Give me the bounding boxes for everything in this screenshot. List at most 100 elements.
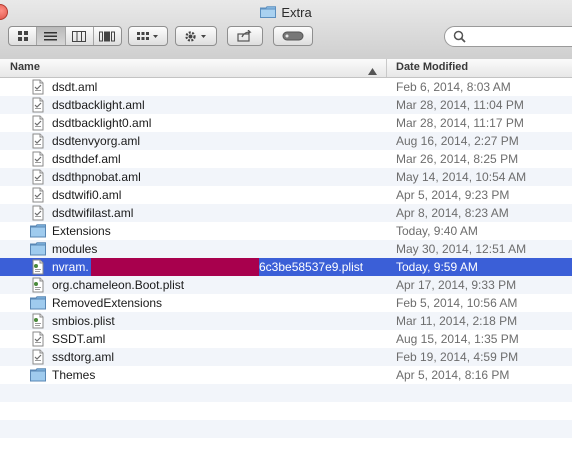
icon-view-button[interactable]	[9, 27, 38, 45]
plist-file-icon	[30, 313, 46, 329]
plist-file-icon	[30, 259, 46, 275]
tags-button-wrap	[273, 26, 313, 46]
file-name: nvram.	[52, 260, 89, 274]
file-row[interactable]: dsdtenvyorg.aml Aug 16, 2014, 2:27 PM	[0, 132, 572, 150]
file-name: Themes	[52, 368, 96, 382]
name-column-label: Name	[10, 61, 40, 73]
date-modified: Mar 28, 2014, 11:04 PM	[396, 98, 524, 112]
window-title: Extra	[281, 5, 312, 20]
date-modified: Feb 6, 2014, 8:03 AM	[396, 80, 511, 94]
file-row[interactable]: ssdtorg.aml Feb 19, 2014, 4:59 PM	[0, 348, 572, 366]
file-name: dsdtenvyorg.aml	[52, 134, 141, 148]
folder-icon	[30, 241, 46, 257]
name-column-header[interactable]: Name	[0, 59, 387, 77]
file-name: Extensions	[52, 224, 111, 238]
file-name: dsdtwifi0.aml	[52, 188, 122, 202]
column-view-icon	[72, 30, 87, 42]
file-row[interactable]: dsdthdef.aml Mar 26, 2014, 8:25 PM	[0, 150, 572, 168]
aml-file-icon	[30, 133, 46, 149]
file-name: ssdtorg.aml	[52, 350, 115, 364]
file-name: dsdthdef.aml	[52, 152, 121, 166]
file-name: dsdtwifilast.aml	[52, 206, 134, 220]
file-row[interactable]: nvram. 6c3be58537e9.plist Today, 9:59 AM	[0, 258, 572, 276]
file-row[interactable]: smbios.plist Mar 11, 2014, 2:18 PM	[0, 312, 572, 330]
file-row[interactable]: SSDT.aml Aug 15, 2014, 1:35 PM	[0, 330, 572, 348]
folder-row[interactable]: RemovedExtensions Feb 5, 2014, 10:56 AM	[0, 294, 572, 312]
aml-file-icon	[30, 115, 46, 131]
folder-icon	[30, 367, 46, 383]
date-modified: Apr 8, 2014, 8:23 AM	[396, 206, 509, 220]
aml-file-icon	[30, 97, 46, 113]
date-modified: May 14, 2014, 10:54 AM	[396, 170, 527, 184]
date-modified: Mar 26, 2014, 8:25 PM	[396, 152, 519, 166]
folder-icon	[30, 295, 46, 311]
file-row[interactable]: dsdtwifi0.aml Apr 5, 2014, 9:23 PM	[0, 186, 572, 204]
tags-icon	[282, 31, 304, 41]
arrange-button[interactable]	[129, 27, 167, 45]
icon-view-icon	[17, 30, 29, 42]
empty-row	[0, 420, 572, 438]
date-modified: Mar 28, 2014, 11:17 PM	[396, 116, 524, 130]
file-row[interactable]: org.chameleon.Boot.plist Apr 17, 2014, 9:…	[0, 276, 572, 294]
file-name: org.chameleon.Boot.plist	[52, 278, 185, 292]
file-row[interactable]: dsdtbacklight.aml Mar 28, 2014, 11:04 PM	[0, 96, 572, 114]
window-title-bar: Extra	[0, 5, 572, 21]
search-field[interactable]	[444, 26, 572, 47]
date-modified-column-header[interactable]: Date Modified	[396, 61, 468, 73]
file-row[interactable]: dsdtwifilast.aml Apr 8, 2014, 8:23 AM	[0, 204, 572, 222]
date-modified: Aug 15, 2014, 1:35 PM	[396, 332, 519, 346]
date-modified: Aug 16, 2014, 2:27 PM	[396, 134, 519, 148]
date-modified: Feb 19, 2014, 4:59 PM	[396, 350, 519, 364]
file-name: dsdthpnobat.aml	[52, 170, 141, 184]
view-mode-segmented-control	[8, 26, 122, 46]
sort-ascending-icon	[368, 64, 377, 78]
share-button-wrap	[227, 26, 263, 46]
list-header: Name Date Modified	[0, 59, 572, 78]
window-toolbar: Extra	[0, 0, 572, 60]
date-modified: Mar 11, 2014, 2:18 PM	[396, 314, 518, 328]
folder-row[interactable]: Extensions Today, 9:40 AM	[0, 222, 572, 240]
aml-file-icon	[30, 151, 46, 167]
aml-file-icon	[30, 349, 46, 365]
file-name: dsdtbacklight.aml	[52, 98, 145, 112]
aml-file-icon	[30, 205, 46, 221]
empty-row	[0, 402, 572, 420]
list-view-icon	[44, 31, 58, 42]
list-view-button[interactable]	[37, 27, 66, 45]
date-modified: Apr 5, 2014, 8:16 PM	[396, 368, 510, 382]
file-name: dsdtbacklight0.aml	[52, 116, 152, 130]
action-button[interactable]	[176, 27, 216, 45]
empty-row	[0, 438, 572, 456]
file-list: dsdt.aml Feb 6, 2014, 8:03 AM dsdtbackligh…	[0, 78, 572, 453]
empty-row	[0, 384, 572, 402]
aml-file-icon	[30, 79, 46, 95]
plist-file-icon	[30, 277, 46, 293]
date-modified: May 30, 2014, 12:51 AM	[396, 242, 527, 256]
file-name: dsdt.aml	[52, 80, 98, 94]
date-modified: Apr 5, 2014, 9:23 PM	[396, 188, 510, 202]
folder-row[interactable]: Themes Apr 5, 2014, 8:16 PM	[0, 366, 572, 384]
date-modified: Today, 9:59 AM	[396, 260, 478, 274]
file-name: smbios.plist	[52, 314, 115, 328]
aml-file-icon	[30, 331, 46, 347]
file-row[interactable]: dsdtbacklight0.aml Mar 28, 2014, 11:17 PM	[0, 114, 572, 132]
column-view-button[interactable]	[66, 27, 94, 45]
file-name: SSDT.aml	[52, 332, 106, 346]
date-modified: Today, 9:40 AM	[396, 224, 478, 238]
file-row[interactable]: dsdt.aml Feb 6, 2014, 8:03 AM	[0, 78, 572, 96]
share-icon	[237, 30, 253, 42]
arrange-icon	[137, 31, 159, 42]
arrange-button-wrap	[128, 26, 168, 46]
share-button[interactable]	[228, 27, 262, 45]
file-name: modules	[52, 242, 98, 256]
coverflow-view-icon	[99, 31, 116, 42]
file-row[interactable]: dsdthpnobat.aml May 14, 2014, 10:54 AM	[0, 168, 572, 186]
file-name-suffix: 6c3be58537e9.plist	[259, 260, 364, 274]
redaction-block	[91, 258, 259, 276]
folder-icon	[30, 223, 46, 239]
aml-file-icon	[30, 187, 46, 203]
action-button-wrap	[175, 26, 217, 46]
folder-row[interactable]: modules May 30, 2014, 12:51 AM	[0, 240, 572, 258]
tags-button[interactable]	[274, 27, 312, 45]
coverflow-view-button[interactable]	[94, 27, 121, 45]
